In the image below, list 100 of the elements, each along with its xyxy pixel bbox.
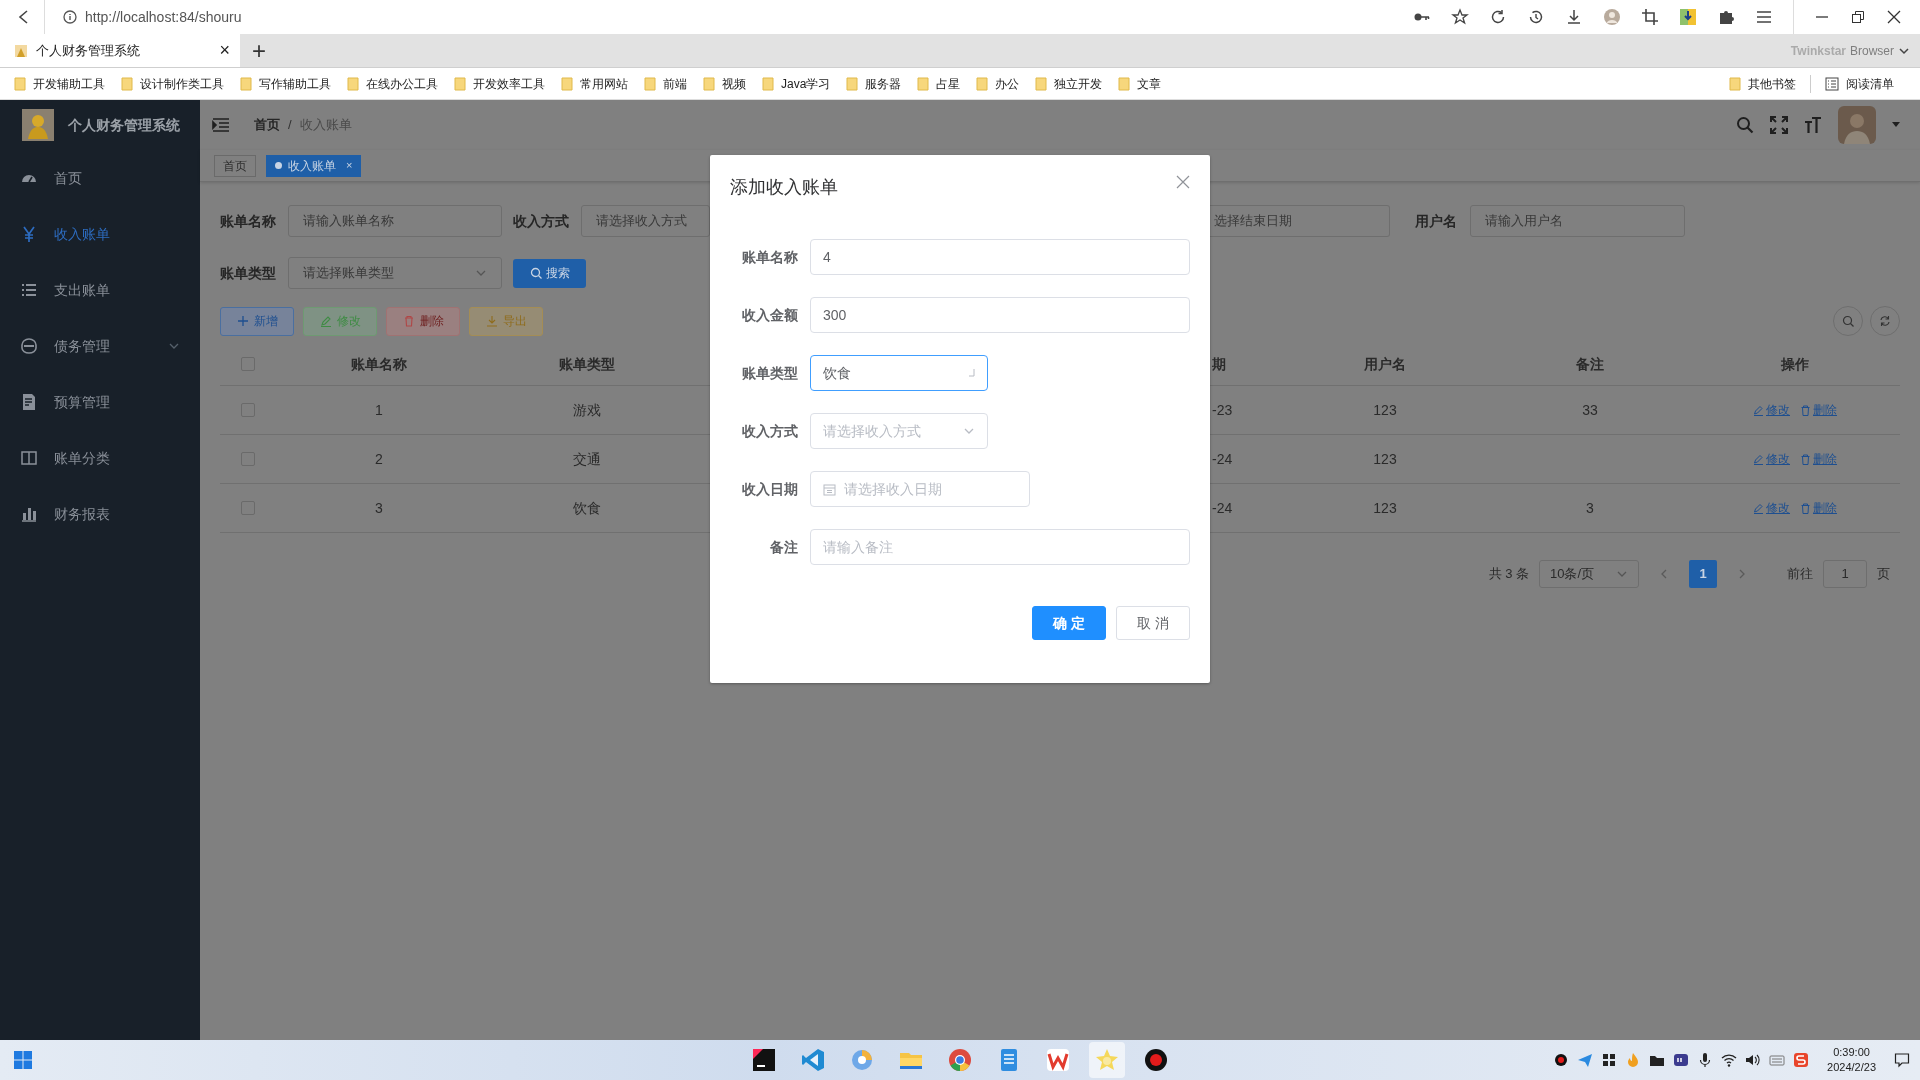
input-field[interactable]: 300 xyxy=(810,297,1190,333)
record-icon[interactable] xyxy=(1553,1052,1570,1068)
input-field[interactable]: 请输入用户名 xyxy=(1470,205,1685,237)
grid-app-icon[interactable] xyxy=(1601,1052,1618,1068)
pen-icon xyxy=(1753,453,1764,465)
sidebar-item[interactable]: 账单分类 xyxy=(0,430,200,486)
select-field[interactable]: 饮食 xyxy=(810,355,988,391)
tag-close-button[interactable]: × xyxy=(346,157,353,174)
bookmark-link[interactable]: 阅读清单 xyxy=(1846,74,1894,93)
bookmark-link[interactable]: 前端 xyxy=(663,74,687,93)
breadcrumb-item[interactable]: 首页 xyxy=(254,115,280,135)
sidebar-item[interactable]: 债务管理 xyxy=(0,318,200,374)
url-text[interactable]: http://localhost:84/shouru xyxy=(85,6,242,28)
download-icon[interactable] xyxy=(1565,8,1583,26)
volume-icon[interactable] xyxy=(1745,1052,1762,1068)
menu-fold-icon[interactable] xyxy=(212,117,230,133)
folder-icon xyxy=(561,76,573,91)
select-field[interactable]: 请选择账单类型 xyxy=(288,257,502,289)
bookmark-link[interactable]: 常用网站 xyxy=(580,74,628,93)
form-label: 收入日期 xyxy=(741,479,799,499)
new-tab-button[interactable]: + xyxy=(240,34,278,67)
page-number[interactable]: 1 xyxy=(1689,560,1717,588)
wifi-icon[interactable] xyxy=(1721,1052,1738,1068)
font-size-icon[interactable] xyxy=(1804,116,1822,134)
circle-app-icon[interactable] xyxy=(849,1047,875,1073)
start-icon[interactable] xyxy=(13,1050,33,1070)
tab-close-button[interactable]: × xyxy=(219,37,230,64)
app-title: 个人财务管理系统 xyxy=(68,115,180,135)
paper-plane-icon[interactable] xyxy=(1577,1052,1594,1068)
tab-title: 个人财务管理系统 xyxy=(36,41,141,60)
status-dot xyxy=(275,162,282,169)
record-icon[interactable] xyxy=(1143,1047,1169,1073)
caret-icon[interactable] xyxy=(1892,122,1900,128)
restore-icon[interactable] xyxy=(1850,9,1866,25)
folder-icon xyxy=(454,76,466,91)
column-header: 账单类型 xyxy=(558,354,615,374)
reload-icon[interactable] xyxy=(1489,8,1507,26)
extension-download-icon[interactable] xyxy=(1679,8,1697,26)
sidebar-item[interactable]: 预算管理 xyxy=(0,374,200,430)
folder-icon xyxy=(846,76,859,91)
search-icon[interactable] xyxy=(1736,116,1754,134)
code-editor-icon[interactable] xyxy=(800,1047,826,1073)
bookmark-link[interactable]: 在线办公工具 xyxy=(366,74,438,93)
bookmark-link[interactable]: 开发效率工具 xyxy=(473,74,545,93)
page-tag[interactable]: 首页 xyxy=(214,154,256,177)
page-size-select[interactable]: 10条/页 xyxy=(1539,560,1639,588)
filter-label: 收入方式 xyxy=(513,211,570,231)
ide-app-icon[interactable] xyxy=(751,1047,777,1073)
bookmark-link[interactable]: 占星 xyxy=(936,74,961,93)
folder-icon xyxy=(14,76,26,91)
page-tag[interactable]: 收入账单 × xyxy=(266,154,362,177)
history-icon[interactable] xyxy=(1527,8,1545,26)
pen-icon xyxy=(319,315,332,327)
page-suffix: 页 xyxy=(1877,565,1890,584)
bookmark-link[interactable]: Java学习 xyxy=(781,74,831,93)
close-button[interactable] xyxy=(1176,175,1192,191)
puzzle-icon[interactable] xyxy=(1717,8,1735,26)
clock-time[interactable]: 0:39:00 xyxy=(1827,1045,1876,1060)
search-icon xyxy=(1842,315,1854,327)
sidebar-item[interactable]: 支出账单 xyxy=(0,262,200,318)
refresh-icon xyxy=(1879,315,1891,327)
menu-icon[interactable] xyxy=(1755,8,1773,26)
clock-date[interactable]: 2024/2/23 xyxy=(1827,1060,1876,1075)
sidebar-item[interactable]: 财务报表 xyxy=(0,486,200,542)
sidebar-item[interactable]: 收入账单 xyxy=(0,206,200,262)
table-cell-text: -23 xyxy=(1212,400,1233,420)
bookmark-link[interactable]: 写作辅助工具 xyxy=(259,74,331,93)
folder-icon xyxy=(762,76,774,91)
bookmark-link[interactable]: 独立开发 xyxy=(1054,74,1103,93)
s-app-icon[interactable] xyxy=(1793,1052,1810,1068)
input-field[interactable]: 请选择收入方式 xyxy=(581,205,710,237)
bookmark-link[interactable]: 开发辅助工具 xyxy=(33,74,105,93)
crop-icon[interactable] xyxy=(1641,8,1659,26)
star-icon[interactable] xyxy=(1451,8,1469,26)
notification-icon[interactable] xyxy=(1894,1052,1910,1068)
bookmark-link[interactable]: 办公 xyxy=(995,74,1020,93)
page-input[interactable]: 1 xyxy=(1823,560,1867,588)
close-icon[interactable] xyxy=(1886,9,1902,25)
chrome-browser-icon[interactable] xyxy=(947,1047,973,1073)
toolbar-button[interactable]: 删除 xyxy=(386,306,460,336)
bookmark-link[interactable]: 文章 xyxy=(1137,74,1162,93)
search-button[interactable]: 搜索 xyxy=(513,258,586,288)
chat-app-icon[interactable] xyxy=(1673,1052,1690,1068)
cancel-button[interactable]: 取 消 xyxy=(1116,606,1190,640)
bookmark-link[interactable]: 设计制作类工具 xyxy=(140,74,224,93)
bookmark-link[interactable]: 服务器 xyxy=(865,74,902,93)
chevron-left-icon xyxy=(1660,569,1668,579)
browser-tab[interactable]: 个人财务管理系统 × xyxy=(0,34,240,67)
trash-icon xyxy=(1800,404,1811,416)
fullscreen-icon[interactable] xyxy=(1770,116,1788,134)
sidebar-item[interactable]: 首页 xyxy=(0,150,200,206)
bookmark-link[interactable]: 其他书签 xyxy=(1748,74,1796,93)
confirm-button[interactable]: 确 定 xyxy=(1032,606,1106,640)
input-field[interactable]: 请输入账单名称 xyxy=(288,205,502,237)
folder-icon xyxy=(1729,76,1741,91)
zigzag-app-icon[interactable] xyxy=(1045,1047,1071,1073)
table-cell-text: 游戏 xyxy=(572,400,601,420)
input-field[interactable]: 4 xyxy=(810,239,1190,275)
input-field[interactable]: 选择结束日期 xyxy=(1210,205,1390,237)
bookmark-link[interactable]: 视频 xyxy=(722,74,746,93)
